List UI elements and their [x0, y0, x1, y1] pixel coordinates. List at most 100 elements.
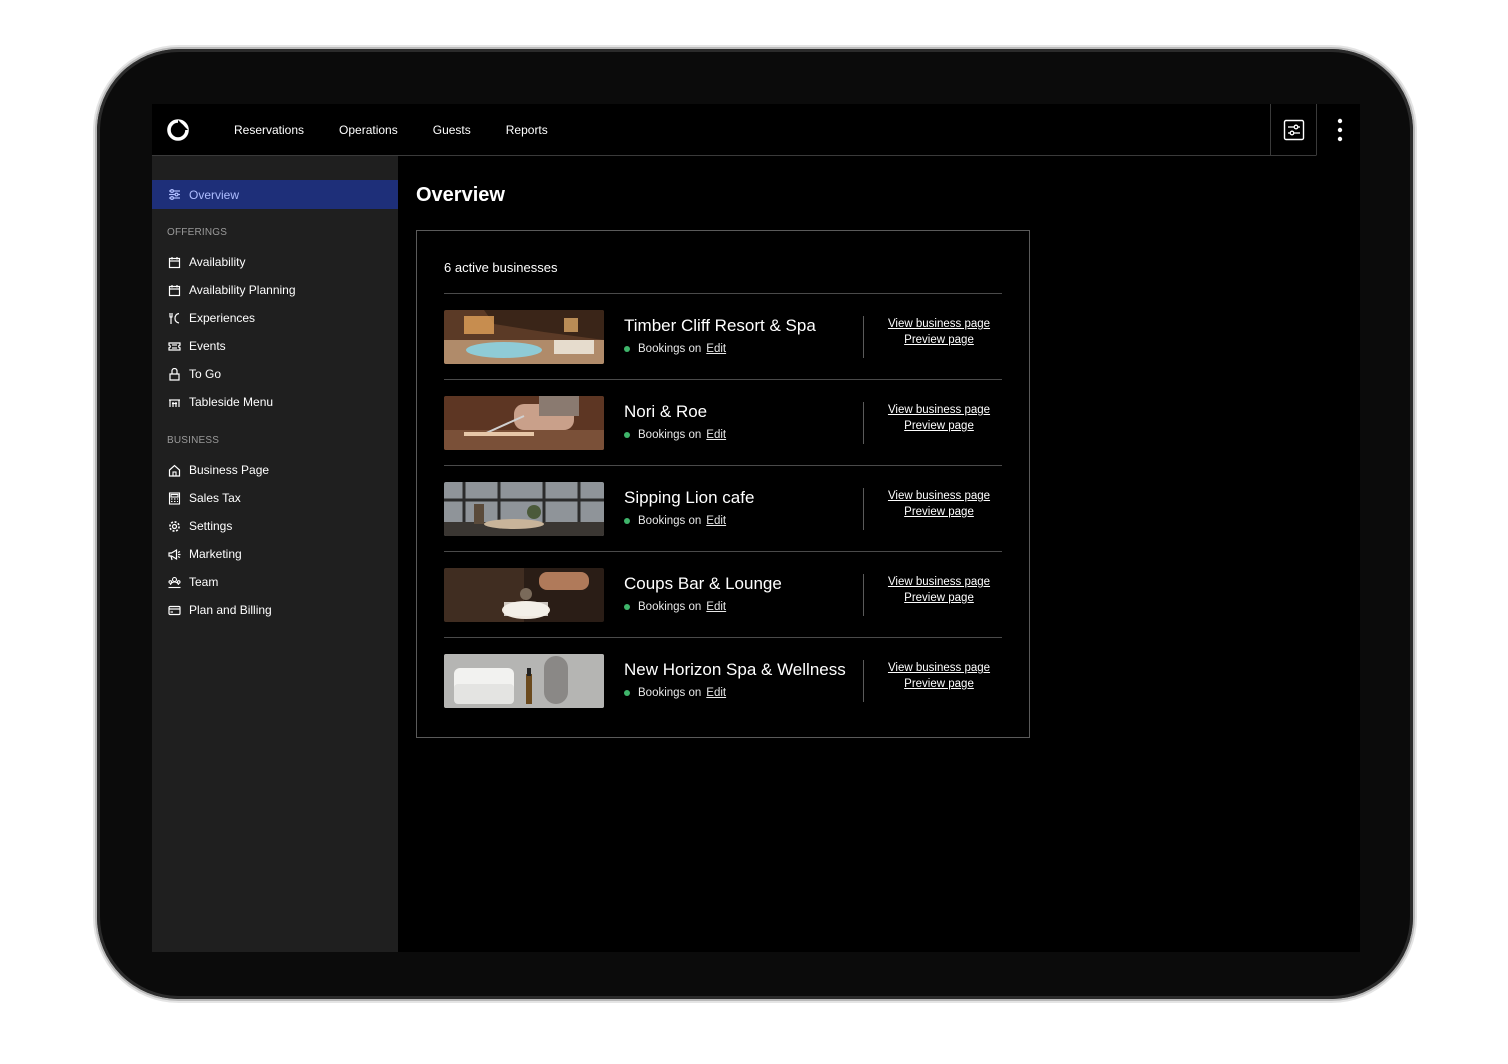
booking-status: Bookings on Edit [624, 687, 726, 699]
utensils-icon [168, 312, 181, 325]
status-text: Bookings on [638, 515, 702, 527]
credit-card-icon [168, 604, 181, 617]
view-business-page-link[interactable]: View business page [864, 490, 1014, 502]
business-links: View business page Preview page [864, 662, 1014, 694]
sidebar-item-availability-planning[interactable]: Availability Planning [168, 280, 296, 300]
filter-button[interactable] [1270, 104, 1316, 156]
page-title: Overview [416, 184, 505, 206]
table-icon [168, 396, 181, 409]
business-name: Sipping Lion cafe [624, 488, 755, 507]
business-thumbnail [444, 396, 604, 450]
sidebar-item-to-go[interactable]: To Go [168, 364, 221, 384]
main-nav: Reservations Operations Guests Reports [234, 104, 583, 156]
status-text: Bookings on [638, 601, 702, 613]
nav-reservations[interactable]: Reservations [234, 123, 304, 137]
view-business-page-link[interactable]: View business page [864, 576, 1014, 588]
sidebar-item-label: Business Page [189, 463, 270, 477]
status-text: Bookings on [638, 429, 702, 441]
preview-page-link[interactable]: Preview page [864, 678, 1014, 690]
takeout-bag-icon [168, 367, 181, 381]
sidebar-item-team[interactable]: Team [168, 572, 218, 592]
nav-guests[interactable]: Guests [433, 123, 471, 137]
view-business-page-link[interactable]: View business page [864, 318, 1014, 330]
edit-link[interactable]: Edit [706, 687, 726, 699]
calculator-icon [168, 491, 181, 505]
preview-page-link[interactable]: Preview page [864, 334, 1014, 346]
sidebar-item-overview[interactable]: Overview [152, 180, 398, 209]
logo-icon[interactable] [166, 118, 190, 142]
booking-status: Bookings on Edit [624, 601, 726, 613]
booking-status: Bookings on Edit [624, 429, 726, 441]
edit-link[interactable]: Edit [706, 343, 726, 355]
sidebar-item-label: Team [189, 575, 219, 589]
booking-status: Bookings on Edit [624, 515, 726, 527]
sidebar-item-business-page[interactable]: Business Page [168, 460, 269, 480]
gear-icon [168, 520, 181, 533]
edit-link[interactable]: Edit [706, 515, 726, 527]
booking-status: Bookings on Edit [624, 343, 726, 355]
more-vertical-icon [1337, 118, 1342, 141]
app-screen: Reservations Operations Guests Reports O… [152, 104, 1360, 952]
business-name: Coups Bar & Lounge [624, 574, 782, 593]
home-icon [168, 464, 181, 477]
business-name: Nori & Roe [624, 402, 708, 421]
megaphone-icon [168, 548, 181, 561]
status-text: Bookings on [638, 687, 702, 699]
sidebar-item-experiences[interactable]: Experiences [168, 308, 255, 328]
sidebar-item-label: Plan and Billing [189, 603, 272, 617]
sidebar-item-label: Settings [189, 519, 233, 533]
sidebar-item-label: Availability Planning [189, 283, 296, 297]
business-row: Nori & Roe Bookings on Edit View busines… [444, 380, 1002, 466]
business-name: New Horizon Spa & Wellness [624, 660, 846, 679]
preview-page-link[interactable]: Preview page [864, 420, 1014, 432]
sidebar-item-label: Experiences [189, 311, 256, 325]
business-thumbnail [444, 482, 604, 536]
business-links: View business page Preview page [864, 404, 1014, 436]
status-dot-icon [624, 346, 630, 352]
more-options-button[interactable] [1316, 104, 1360, 156]
business-row: Coups Bar & Lounge Bookings on Edit View… [444, 552, 1002, 638]
status-text: Bookings on [638, 343, 702, 355]
view-business-page-link[interactable]: View business page [864, 404, 1014, 416]
business-thumbnail [444, 310, 604, 364]
business-thumbnail [444, 568, 604, 622]
business-row: Sipping Lion cafe Bookings on Edit View … [444, 466, 1002, 552]
top-bar: Reservations Operations Guests Reports [152, 104, 1360, 156]
business-links: View business page Preview page [864, 576, 1014, 608]
sidebar-item-marketing[interactable]: Marketing [168, 544, 242, 564]
sidebar-item-sales-tax[interactable]: Sales Tax [168, 488, 241, 508]
businesses-card: 6 active businesses Timber Cliff Resort … [416, 230, 1030, 738]
sidebar-item-plan-and-billing[interactable]: Plan and Billing [168, 600, 272, 620]
preview-page-link[interactable]: Preview page [864, 592, 1014, 604]
sidebar-item-availability[interactable]: Availability [168, 252, 245, 272]
business-links: View business page Preview page [864, 318, 1014, 350]
section-label-offerings: OFFERINGS [167, 227, 228, 238]
sidebar-item-label: To Go [189, 367, 222, 381]
sidebar-item-label: Sales Tax [189, 491, 241, 505]
business-links: View business page Preview page [864, 490, 1014, 522]
status-dot-icon [624, 604, 630, 610]
sliders-icon [1283, 119, 1304, 141]
status-dot-icon [624, 518, 630, 524]
view-business-page-link[interactable]: View business page [864, 662, 1014, 674]
sidebar-item-settings[interactable]: Settings [168, 516, 232, 536]
preview-page-link[interactable]: Preview page [864, 506, 1014, 518]
sidebar-item-label: Overview [189, 187, 240, 202]
status-dot-icon [624, 432, 630, 438]
ticket-icon [168, 340, 181, 353]
business-name: Timber Cliff Resort & Spa [624, 316, 816, 335]
nav-reports[interactable]: Reports [506, 123, 548, 137]
sidebar-item-tableside-menu[interactable]: Tableside Menu [168, 392, 273, 412]
sidebar-item-label: Availability [189, 255, 246, 269]
edit-link[interactable]: Edit [706, 429, 726, 441]
status-dot-icon [624, 690, 630, 696]
nav-operations[interactable]: Operations [339, 123, 398, 137]
sidebar-item-events[interactable]: Events [168, 336, 226, 356]
business-row: Timber Cliff Resort & Spa Bookings on Ed… [444, 294, 1002, 380]
section-label-business: BUSINESS [167, 435, 220, 446]
card-title: 6 active businesses [444, 260, 558, 275]
sidebar-item-label: Events [189, 339, 226, 353]
sliders-icon [168, 188, 181, 201]
calendar-icon [168, 284, 181, 297]
edit-link[interactable]: Edit [706, 601, 726, 613]
